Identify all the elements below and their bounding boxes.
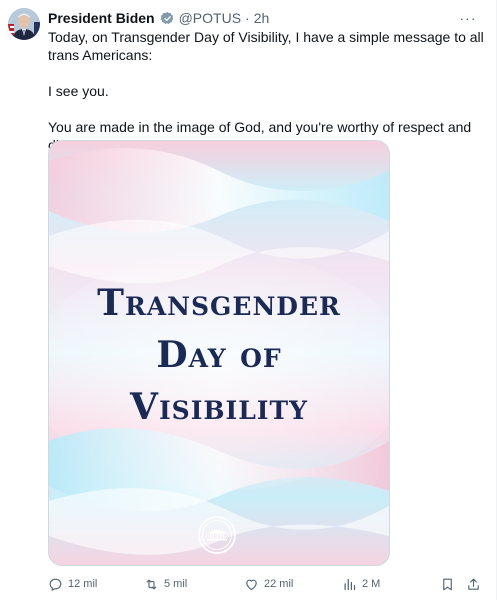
tweet[interactable]: President Biden @POTUS · 2h ··· Today, o… [0, 0, 497, 600]
tweet-text: Today, on Transgender Day of Visibility,… [48, 28, 488, 154]
repost-icon [146, 579, 157, 589]
reply-button[interactable]: 12 mil [48, 574, 97, 594]
tweet-text-paragraph: Today, on Transgender Day of Visibility,… [48, 29, 484, 63]
timestamp[interactable]: 2h [254, 9, 270, 27]
media-title-line: Day of [156, 334, 282, 376]
more-icon[interactable]: ··· [458, 8, 478, 28]
tweet-text-paragraph: I see you. [48, 83, 109, 99]
views-button[interactable]: 2 M [342, 574, 380, 594]
share-icon [468, 578, 479, 590]
bookmark-icon [443, 578, 452, 590]
media-title-line: Visibility [130, 386, 308, 428]
avatar[interactable] [8, 8, 40, 40]
bookmark-button[interactable] [440, 574, 455, 594]
repost-button[interactable]: 5 mil [144, 574, 187, 594]
reply-count: 12 mil [68, 578, 98, 590]
repost-count: 5 mil [164, 578, 188, 590]
like-button[interactable]: 22 mil [244, 574, 293, 594]
tweet-actions: 12 mil 5 mil 22 mil 2 M [48, 574, 488, 594]
separator-dot: · [245, 10, 250, 26]
author-handle[interactable]: @POTUS [179, 9, 241, 27]
white-house-logo [198, 516, 236, 554]
reply-icon [49, 578, 62, 591]
media-title-line: Transgender [97, 282, 341, 324]
like-count: 22 mil [264, 578, 294, 590]
verified-badge-icon [160, 11, 175, 26]
views-icon [344, 578, 356, 590]
author-name[interactable]: President Biden [48, 9, 155, 27]
like-icon [246, 579, 257, 590]
share-button[interactable] [466, 574, 481, 594]
tweet-header: President Biden @POTUS · 2h [48, 9, 269, 27]
views-count: 2 M [362, 578, 381, 590]
tweet-media-image[interactable]: Transgender Day of Visibility [48, 140, 390, 566]
